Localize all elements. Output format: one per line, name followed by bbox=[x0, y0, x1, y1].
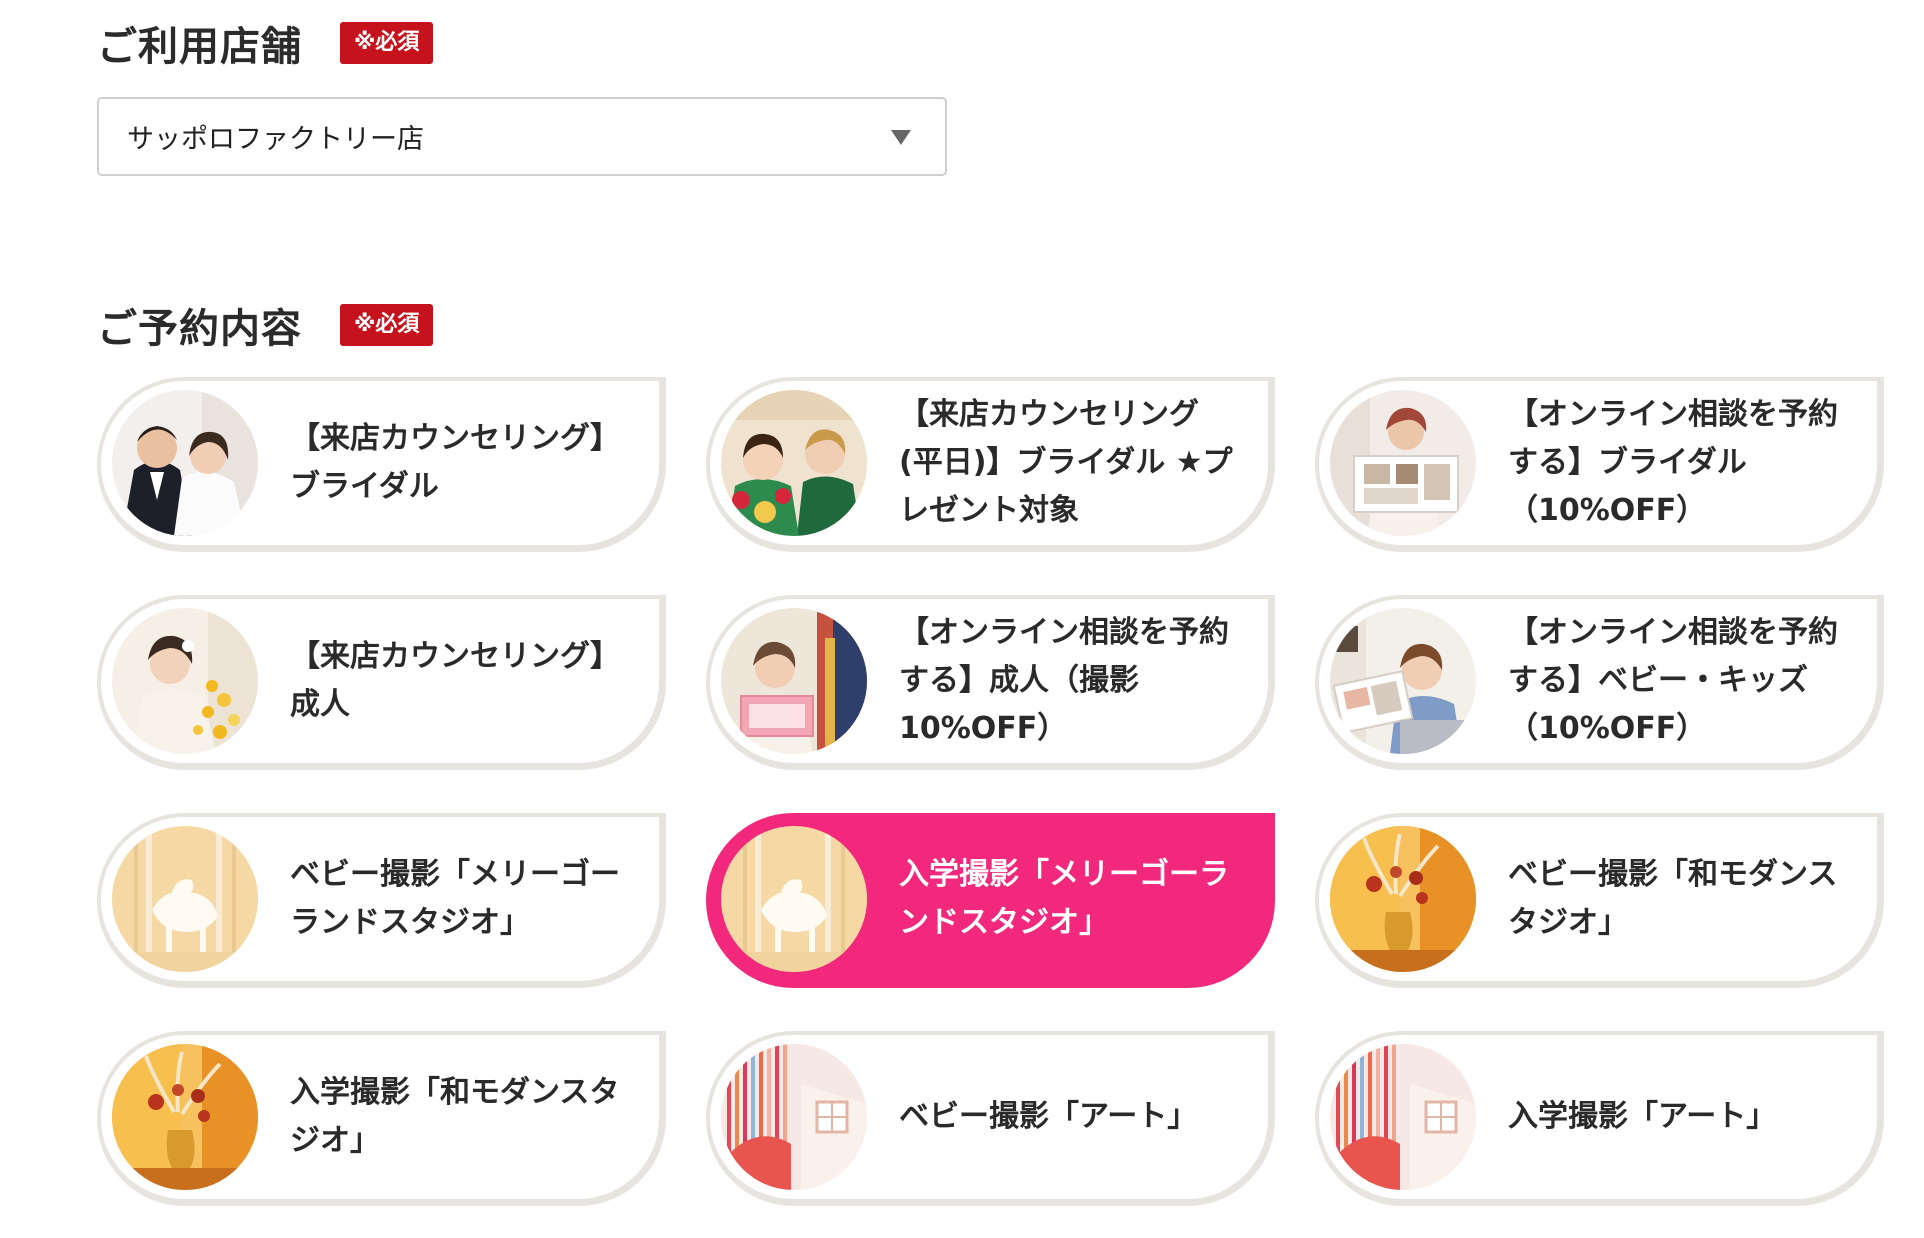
plan-option-label: 入学撮影「メリーゴーラ ンドスタジオ」 bbox=[899, 857, 1229, 940]
plan-thumbnail-image bbox=[721, 608, 867, 754]
store-section-title: ご利用店舗 bbox=[97, 24, 302, 70]
plan-thumbnail-image bbox=[721, 390, 867, 536]
plan-option-label: ベビー撮影「メリーゴー ランドスタジオ」 bbox=[290, 857, 620, 940]
plan-option-label: 【オンライン相談を予約 する】成人（撮影 10%OFF） bbox=[899, 615, 1229, 746]
plan-option-card[interactable]: 【オンライン相談を予約 する】成人（撮影 10%OFF） bbox=[706, 595, 1275, 770]
store-select[interactable]: サッポロファクトリー店 bbox=[97, 97, 947, 176]
plan-thumbnail-image bbox=[112, 1044, 258, 1190]
plan-option-card[interactable]: 【オンライン相談を予約 する】ベビー・キッズ （10%OFF） bbox=[1315, 595, 1884, 770]
plan-section-title: ご予約内容 bbox=[97, 306, 302, 352]
plan-thumbnail-image bbox=[112, 390, 258, 536]
plan-option-label: ベビー撮影「和モダンス タジオ」 bbox=[1508, 857, 1838, 940]
plan-option-label: 【来店カウンセリング】 成人 bbox=[290, 639, 620, 722]
plan-option-label: 【来店カウンセリング (平日)】ブライダル ★プ レゼント対象 bbox=[899, 397, 1233, 528]
plan-option-card[interactable]: 入学撮影「メリーゴーラ ンドスタジオ」 bbox=[706, 813, 1275, 988]
plan-option-grid: 【来店カウンセリング】 ブライダル 【来店カウンセリング (平日)】ブライダル … bbox=[97, 377, 1884, 1206]
plan-thumbnail-image bbox=[721, 1044, 867, 1190]
plan-thumbnail-image bbox=[112, 608, 258, 754]
plan-required-badge: ※必須 bbox=[340, 304, 434, 346]
plan-option-label: 入学撮影「和モダンスタ ジオ」 bbox=[290, 1075, 620, 1158]
plan-option-label: 【オンライン相談を予約 する】ブライダル （10%OFF） bbox=[1508, 397, 1838, 528]
store-required-badge: ※必須 bbox=[340, 22, 434, 64]
plan-option-card[interactable]: ベビー撮影「和モダンス タジオ」 bbox=[1315, 813, 1884, 988]
store-select-value: サッポロファクトリー店 bbox=[127, 124, 424, 155]
plan-thumbnail-image bbox=[721, 826, 867, 972]
plan-option-label: 【オンライン相談を予約 する】ベビー・キッズ （10%OFF） bbox=[1508, 615, 1838, 746]
plan-section-header: ご予約内容 ※必須 bbox=[97, 296, 434, 354]
plan-option-card[interactable]: 【オンライン相談を予約 する】ブライダル （10%OFF） bbox=[1315, 377, 1884, 552]
dropdown-triangle-icon bbox=[891, 130, 911, 145]
plan-option-label: ベビー撮影「アート」 bbox=[899, 1099, 1198, 1134]
store-section-header: ご利用店舗 ※必須 bbox=[97, 14, 434, 72]
plan-option-card[interactable]: ベビー撮影「アート」 bbox=[706, 1031, 1275, 1206]
plan-thumbnail-image bbox=[1330, 826, 1476, 972]
plan-option-card[interactable]: 【来店カウンセリング】 ブライダル bbox=[97, 377, 666, 552]
plan-option-card[interactable]: 入学撮影「アート」 bbox=[1315, 1031, 1884, 1206]
plan-option-label: 【来店カウンセリング】 ブライダル bbox=[290, 421, 620, 504]
plan-thumbnail-image bbox=[1330, 390, 1476, 536]
plan-thumbnail-image bbox=[1330, 608, 1476, 754]
plan-thumbnail-image bbox=[112, 826, 258, 972]
plan-option-card[interactable]: 【来店カウンセリング (平日)】ブライダル ★プ レゼント対象 bbox=[706, 377, 1275, 552]
plan-option-card[interactable]: 【来店カウンセリング】 成人 bbox=[97, 595, 666, 770]
plan-option-card[interactable]: 入学撮影「和モダンスタ ジオ」 bbox=[97, 1031, 666, 1206]
plan-thumbnail-image bbox=[1330, 1044, 1476, 1190]
plan-option-label: 入学撮影「アート」 bbox=[1508, 1099, 1777, 1134]
plan-option-card[interactable]: ベビー撮影「メリーゴー ランドスタジオ」 bbox=[97, 813, 666, 988]
